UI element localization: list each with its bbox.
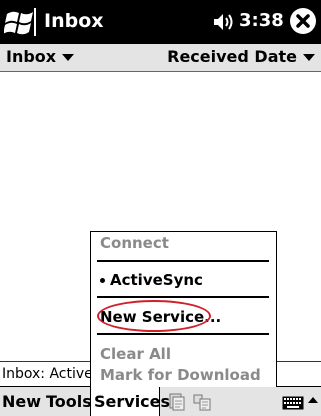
services-menu[interactable]: Services: [90, 387, 170, 416]
menu-item-activesync[interactable]: ActiveSync: [91, 269, 276, 293]
app-title: Inbox: [44, 10, 104, 32]
sort-dropdown[interactable]: Received Date: [167, 47, 315, 67]
menu-item-activesync-label: ActiveSync: [110, 271, 203, 289]
new-menu[interactable]: New: [2, 392, 41, 412]
speaker-icon[interactable]: [213, 12, 235, 32]
menu-separator: [97, 296, 269, 298]
command-bar: New Tools Services: [0, 386, 321, 416]
selected-bullet-icon: [100, 278, 105, 283]
keyboard-icon[interactable]: [282, 395, 304, 410]
tools-menu[interactable]: Tools: [46, 392, 92, 412]
menu-item-connect[interactable]: Connect: [91, 232, 276, 256]
menu-separator: [97, 260, 269, 262]
services-popup-menu: Connect ActiveSync New Service... Clear …: [90, 231, 277, 387]
list-header: Inbox Received Date: [0, 44, 321, 72]
clock[interactable]: 3:38: [239, 9, 284, 33]
menu-separator: [97, 333, 269, 335]
close-icon[interactable]: [290, 8, 316, 34]
sip-up-arrow-icon[interactable]: [308, 397, 318, 403]
folder-dropdown[interactable]: Inbox: [6, 47, 75, 67]
status-text: Inbox: Active: [2, 366, 93, 382]
title-bar: Inbox 3:38: [0, 0, 321, 44]
send-receive-icon[interactable]: [167, 392, 187, 412]
chevron-down-icon: [303, 54, 315, 61]
menu-item-new-service[interactable]: New Service...: [91, 306, 276, 330]
sort-dropdown-label: Received Date: [167, 47, 297, 66]
windows-flag-icon[interactable]: [3, 6, 38, 38]
chevron-down-icon: [62, 54, 75, 61]
folder-icon[interactable]: [192, 392, 212, 412]
folder-dropdown-label: Inbox: [6, 47, 57, 66]
menu-item-mark-for-download[interactable]: Mark for Download: [91, 364, 276, 388]
